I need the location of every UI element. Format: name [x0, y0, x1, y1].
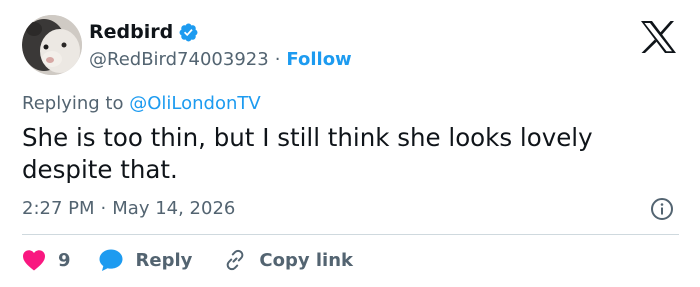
reply-bubble-icon	[98, 248, 124, 272]
meta-separator-dot: ·	[100, 198, 107, 219]
copy-link-button[interactable]: Copy link	[223, 248, 353, 272]
tweet-date: May 14, 2026	[112, 198, 236, 219]
like-button[interactable]: 9	[22, 249, 71, 271]
reply-button[interactable]: Reply	[98, 248, 193, 272]
author-name-row: Redbird	[89, 20, 199, 44]
tweet-timestamp[interactable]: 2:27 PM · May 14, 2026	[22, 196, 235, 222]
reply-context: Replying to @OliLondonTV	[22, 92, 261, 116]
x-logo-icon[interactable]	[639, 20, 677, 54]
info-icon[interactable]	[650, 197, 674, 221]
author-handle-row: @RedBird74003923 · Follow	[89, 48, 352, 72]
verified-badge-icon	[178, 22, 199, 43]
author-display-name[interactable]: Redbird	[89, 20, 173, 44]
tweet-card: Redbird @RedBird74003923 · Follow Replyi…	[0, 0, 700, 287]
reply-label: Reply	[135, 249, 193, 271]
tweet-time: 2:27 PM	[22, 198, 95, 219]
avatar[interactable]	[22, 15, 82, 75]
author-handle[interactable]: @RedBird74003923	[89, 48, 269, 72]
follow-button[interactable]: Follow	[286, 48, 351, 72]
reply-context-prefix: Replying to	[22, 93, 124, 114]
link-icon	[223, 248, 247, 272]
like-count: 9	[58, 249, 71, 271]
tweet-text: She is too thin, but I still think she l…	[22, 123, 593, 184]
copy-link-label: Copy link	[259, 249, 353, 271]
action-bar: 9 Reply Copy link	[22, 246, 353, 274]
divider	[22, 234, 679, 235]
reply-mention-link[interactable]: @OliLondonTV	[129, 93, 260, 114]
heart-icon	[22, 249, 46, 271]
separator-dot: ·	[274, 49, 281, 70]
